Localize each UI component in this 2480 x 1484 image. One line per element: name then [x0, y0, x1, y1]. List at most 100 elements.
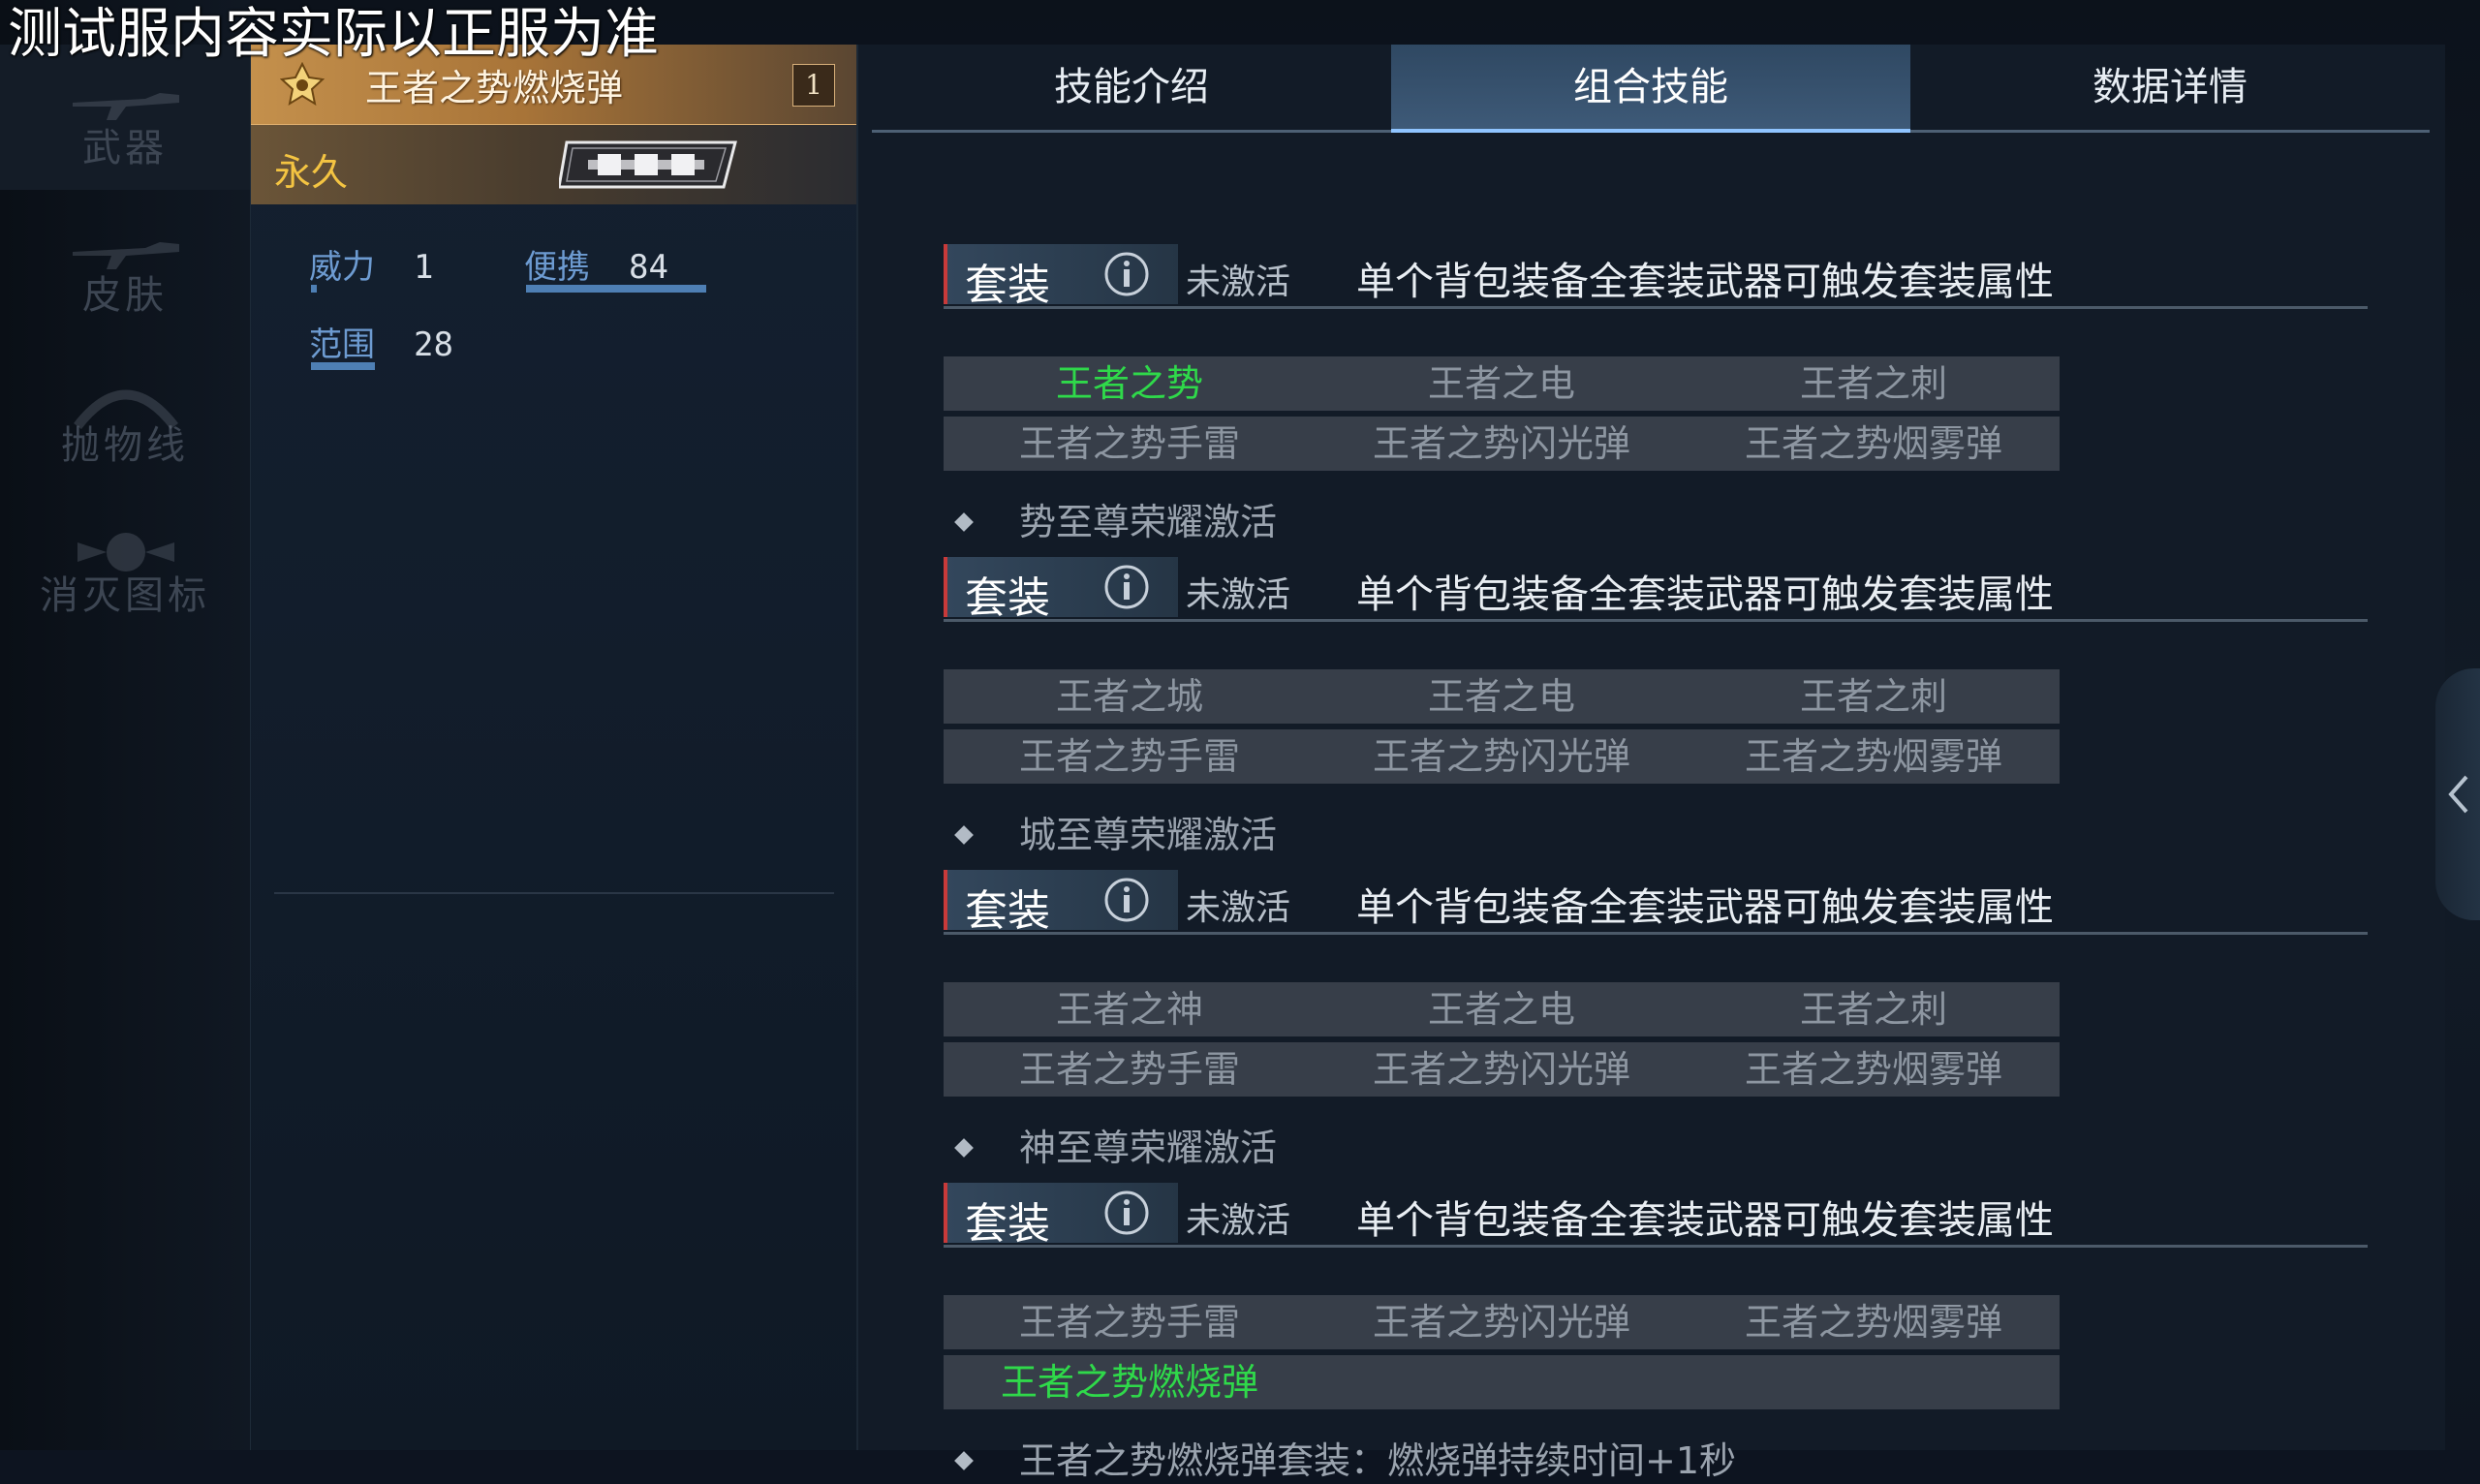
set-effect: 势至尊荣耀激活: [954, 492, 1278, 545]
set-tag-label: 套装: [965, 886, 1050, 936]
stat-value: 1: [414, 248, 434, 287]
set-effect: 神至尊荣耀激活: [954, 1118, 1278, 1171]
info-icon[interactable]: [1102, 250, 1151, 298]
set-item-cell: 王者之势烟雾弹: [1744, 1301, 2002, 1344]
set-item-cell: 王者之势烟雾弹: [1744, 422, 2002, 465]
set-tag: 套装: [944, 244, 1178, 310]
tab-data-details[interactable]: 数据详情: [1910, 45, 2430, 130]
set-effect-text: 城至尊荣耀激活: [1019, 814, 1278, 856]
set-status: 未激活: [1186, 575, 1291, 615]
diamond-bullet-icon: [954, 511, 974, 532]
set-items-row: 王者之神 王者之电 王者之刺: [944, 982, 2060, 1036]
set-item-cell: 王者之电: [1427, 988, 1575, 1031]
set-divider: [944, 306, 2368, 309]
tab-combo-skill[interactable]: 组合技能: [1391, 45, 1910, 133]
set-item-cell: 王者之势闪光弹: [1372, 735, 1630, 778]
range-bar: [311, 362, 375, 370]
set-description: 单个背包装备全套装武器可触发套装属性: [1356, 885, 2054, 930]
stat-power: 威力 1: [309, 240, 433, 288]
diamond-bullet-icon: [954, 1137, 974, 1158]
set-status: 未激活: [1186, 888, 1291, 928]
set-divider: [944, 932, 2368, 935]
set-tag-label: 套装: [965, 261, 1050, 310]
set-item-cell: 王者之势烟雾弹: [1744, 1048, 2002, 1091]
set-item-cell: 王者之势闪光弹: [1372, 422, 1630, 465]
item-subheader: 永久: [251, 125, 856, 204]
info-icon[interactable]: [1102, 876, 1151, 924]
set-block: 套装 未激活 单个背包装备全套装武器可触发套装属性 王者之势手雷 王者之势闪光弹…: [944, 1183, 2368, 1482]
set-description: 单个背包装备全套装武器可触发套装属性: [1356, 260, 2054, 304]
set-item-cell: 王者之势烟雾弹: [1744, 735, 2002, 778]
set-status: 未激活: [1186, 263, 1291, 302]
set-items-row: 王者之势手雷 王者之势闪光弹 王者之势烟雾弹: [944, 729, 2060, 784]
set-item-cell: 王者之刺: [1799, 988, 1947, 1031]
tab-skill-intro[interactable]: 技能介绍: [872, 45, 1391, 130]
set-item-cell: 王者之势手雷: [1018, 735, 1240, 778]
set-item-cell: 王者之势燃烧弹: [1000, 1361, 1258, 1404]
chevron-left-icon: [2448, 775, 2468, 814]
stat-portable: 便携 84: [524, 240, 668, 288]
stat-range: 范围 28: [309, 318, 453, 365]
tab-bar: 技能介绍 组合技能 数据详情: [872, 45, 2430, 133]
stat-label: 威力: [309, 248, 375, 287]
diamond-bullet-icon: [954, 824, 974, 845]
set-item-cell: 王者之势手雷: [1018, 422, 1240, 465]
set-item-cell: 王者之势手雷: [1018, 1301, 1240, 1344]
test-server-watermark: 测试服内容实际以正服为准: [8, 3, 659, 66]
set-item-cell: 王者之势闪光弹: [1372, 1048, 1630, 1091]
nav-item-skin[interactable]: 皮肤: [0, 194, 250, 339]
set-divider: [944, 1245, 2368, 1248]
set-effect-text: 神至尊荣耀激活: [1019, 1127, 1278, 1169]
collapse-panel-button[interactable]: [2435, 668, 2480, 920]
item-info-panel: 王者之势燃烧弹 1 永久 威力 1 便携 84 范围 28: [250, 45, 856, 1450]
stat-label: 范围: [309, 325, 375, 364]
set-tag: 套装: [944, 557, 1178, 623]
skull-wings-icon: [78, 533, 174, 572]
set-effect-text: 势至尊荣耀激活: [1019, 501, 1278, 543]
stat-value: 84: [629, 248, 668, 287]
arc-icon: [74, 389, 178, 430]
set-items-row: 王者之势手雷 王者之势闪光弹 王者之势烟雾弹: [944, 1295, 2060, 1349]
diamond-bullet-icon: [954, 1450, 974, 1470]
set-effect: 王者之势燃烧弹套装：燃烧弹持续时间+1秒: [954, 1431, 1737, 1484]
set-tag: 套装: [944, 870, 1178, 936]
item-count-badge: 1: [792, 64, 835, 107]
set-item-cell: 王者之刺: [1799, 362, 1947, 405]
set-item-cell: 王者之电: [1427, 362, 1575, 405]
set-header: 套装 未激活 单个背包装备全套装武器可触发套装属性: [944, 870, 2368, 936]
set-divider: [944, 619, 2368, 622]
portable-bar: [526, 285, 706, 293]
set-description: 单个背包装备全套装武器可触发套装属性: [1356, 1198, 2054, 1243]
stat-value: 28: [414, 325, 453, 364]
panel-divider: [274, 892, 834, 894]
power-bar: [311, 285, 317, 293]
set-status: 未激活: [1186, 1201, 1291, 1241]
set-items-row: 王者之势 王者之电 王者之刺: [944, 356, 2060, 411]
set-item-cell: 王者之神: [1055, 988, 1203, 1031]
set-item-cell: 王者之城: [1055, 675, 1203, 718]
set-items-row: 王者之势手雷 王者之势闪光弹 王者之势烟雾弹: [944, 1042, 2060, 1097]
set-block: 套装 未激活 单个背包装备全套装武器可触发套装属性 王者之城 王者之电 王者之刺…: [944, 557, 2368, 856]
nav-item-trajectory[interactable]: 抛物线: [0, 344, 250, 489]
set-block: 套装 未激活 单个背包装备全套装武器可触发套装属性 王者之势 王者之电 王者之刺…: [944, 244, 2368, 543]
set-items-row: 王者之势燃烧弹: [944, 1355, 2060, 1409]
set-item-cell: 王者之势闪光弹: [1372, 1301, 1630, 1344]
rifle-skin-icon: [73, 242, 179, 269]
info-icon[interactable]: [1102, 563, 1151, 611]
set-block: 套装 未激活 单个背包装备全套装武器可触发套装属性 王者之神 王者之电 王者之刺…: [944, 870, 2368, 1169]
item-duration: 永久: [274, 151, 349, 194]
set-item-cell: 王者之电: [1427, 675, 1575, 718]
info-icon[interactable]: [1102, 1189, 1151, 1237]
set-header: 套装 未激活 单个背包装备全套装武器可触发套装属性: [944, 244, 2368, 310]
set-items-row: 王者之势手雷 王者之势闪光弹 王者之势烟雾弹: [944, 417, 2060, 471]
rifle-icon: [73, 93, 179, 120]
set-effect-text: 王者之势燃烧弹套装：燃烧弹持续时间+1秒: [1019, 1439, 1737, 1482]
set-item-cell: 王者之势: [1055, 362, 1203, 405]
set-items-row: 王者之城 王者之电 王者之刺: [944, 669, 2060, 724]
set-effect: 城至尊荣耀激活: [954, 805, 1278, 858]
nav-item-kill-icon[interactable]: 消灭图标: [0, 494, 250, 639]
set-item-cell: 王者之势手雷: [1018, 1048, 1240, 1091]
category-nav: 武器 皮肤 抛物线 消灭图标: [0, 0, 250, 1450]
set-tag-label: 套装: [965, 1199, 1050, 1249]
set-tag-label: 套装: [965, 573, 1050, 623]
